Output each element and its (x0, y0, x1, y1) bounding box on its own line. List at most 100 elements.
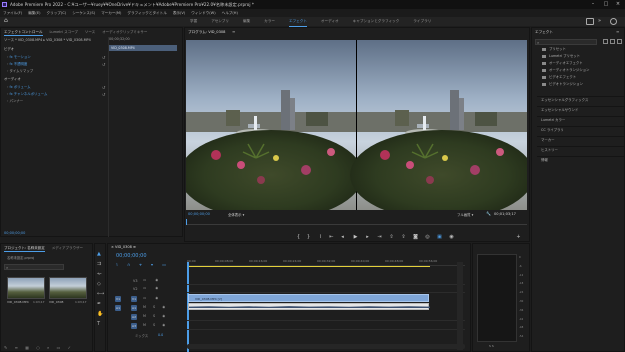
menu-file[interactable]: ファイル(F) (3, 9, 22, 17)
tab-effect-controls[interactable]: エフェクトコントロール (4, 28, 43, 36)
button-editor-icon[interactable]: + (516, 235, 521, 240)
ripple-edit-tool-icon[interactable]: ⟛ (97, 271, 102, 277)
timeline-ruler[interactable]: 00;00 00;00;08;00 00;00;16;00 00;00;24;0… (187, 258, 465, 266)
share-icon[interactable] (586, 18, 594, 25)
program-scrub-bar[interactable] (186, 219, 527, 225)
close-icon[interactable]: × (612, 0, 624, 9)
effects-search-input[interactable]: ⌕ (535, 39, 597, 45)
program-fit-dropdown[interactable]: 全体表示 ▾ (228, 212, 244, 217)
track-a1-controls[interactable]: M S ◉ (143, 305, 168, 309)
hand-tool-icon[interactable]: ✋ (97, 311, 103, 317)
track-select-tool-icon[interactable]: ⇉ (97, 261, 101, 267)
export-frame-icon[interactable]: ◙ (413, 235, 418, 240)
section-essential-sound[interactable]: エッセンシャルサウンド (537, 106, 625, 113)
track-v2-controls[interactable]: ▭ ◉ (143, 286, 162, 290)
project-footer-icons[interactable]: ✎ ≡ ▦ ○ ⌕ ▭ ✓ (4, 345, 74, 350)
menu-edit[interactable]: 編集(E) (28, 9, 40, 17)
project-search-input[interactable]: ⌕ (4, 264, 64, 270)
ec-item-time-remap[interactable]: › タイムリマップ (1, 68, 182, 75)
track-v1-controls[interactable]: ▭ ◉ (143, 296, 162, 300)
play-icon[interactable]: ▶ (353, 235, 358, 240)
ec-item-panner[interactable]: › パンナー (1, 98, 182, 105)
section-markers[interactable]: マーカー (537, 136, 625, 143)
tab-project[interactable]: プロジェクト: 名称未設定 (4, 244, 45, 252)
audio-meter-solo-buttons[interactable]: S S (489, 344, 494, 348)
tab-media-browser[interactable]: メディアブラウザー (52, 244, 83, 252)
workspace-learn[interactable]: 学習 (190, 17, 197, 27)
tab-source[interactable]: ソース (85, 28, 95, 36)
ec-reset-icon-3[interactable]: ↺ (102, 85, 105, 90)
timeline-toolbar-icons[interactable]: ⌇ ∩ ⌖ ▾ ▭ (116, 262, 170, 267)
track-label-a2[interactable]: A2 (131, 314, 137, 320)
comparison-view-icon[interactable]: ▣ (437, 235, 442, 240)
go-to-in-icon[interactable]: ⇤ (329, 235, 334, 240)
workspace-menu-icon[interactable]: » (598, 18, 601, 24)
effects-item-audio-effects[interactable]: オーディオエフェクト (537, 60, 625, 67)
timeline-scrollbar[interactable] (457, 262, 463, 350)
track-a2-controls[interactable]: M S ◉ (143, 314, 168, 318)
accelerated-effects-icon[interactable] (603, 39, 608, 44)
add-marker-icon[interactable]: ⌇ (318, 235, 323, 240)
section-lumetri-color[interactable]: Lumetri カラー (537, 116, 625, 123)
ec-item-motion[interactable]: › fx モーション (1, 54, 182, 61)
section-info[interactable]: 情報 (537, 156, 625, 163)
timeline-timecode[interactable]: 00;00;00;00 (116, 253, 147, 259)
track-target-v1[interactable]: V1 (115, 296, 121, 302)
menu-help[interactable]: ヘルプ(H) (222, 9, 238, 17)
workspace-editing[interactable]: 編集 (243, 17, 250, 27)
ec-timecode[interactable]: 00;00;00;00 (4, 231, 25, 235)
workspace-assembly[interactable]: アセンブリ (211, 17, 229, 27)
track-target-a1[interactable]: A1 (115, 305, 121, 311)
ec-reset-icon-4[interactable]: ↺ (102, 92, 105, 97)
effects-item-presets[interactable]: プリセット (537, 46, 625, 53)
program-video-frame[interactable] (186, 40, 527, 210)
mark-in-icon[interactable]: { (296, 235, 301, 240)
razor-tool-icon[interactable]: ◇ (97, 281, 101, 287)
track-a3-controls[interactable]: M S ◉ (143, 323, 168, 327)
track-label-a3[interactable]: A3 (131, 323, 137, 329)
track-label-v1[interactable]: V1 (131, 296, 137, 302)
home-icon[interactable]: ⌂ (4, 18, 10, 24)
workspace-color[interactable]: カラー (264, 17, 275, 27)
quick-export-icon[interactable] (610, 18, 617, 25)
pen-tool-icon[interactable]: ✒ (97, 301, 101, 307)
effects-item-lumetri-presets[interactable]: Lumetri プリセット (537, 53, 625, 60)
selection-tool-icon[interactable]: ▲ (97, 251, 101, 257)
menu-clip[interactable]: クリップ(C) (47, 9, 67, 17)
workspace-audio[interactable]: オーディオ (321, 17, 339, 27)
section-history[interactable]: ヒストリー (537, 146, 625, 153)
vr-view-icon[interactable]: ◎ (425, 235, 430, 240)
minimize-icon[interactable]: – (587, 0, 599, 9)
wrench-icon[interactable]: 🔧 (486, 211, 491, 216)
menu-window[interactable]: ウィンドウ(W) (191, 9, 215, 17)
go-to-out-icon[interactable]: ⇥ (377, 235, 382, 240)
program-playhead[interactable] (186, 219, 187, 225)
ec-item-volume[interactable]: › fx ボリューム (1, 84, 182, 91)
track-label-a1[interactable]: A1 (131, 305, 137, 311)
track-lane-a3[interactable] (187, 323, 465, 330)
effects-item-video-transitions[interactable]: ビデオトランジション (537, 81, 625, 88)
type-tool-icon[interactable]: T (97, 321, 100, 327)
maximize-icon[interactable]: □ (600, 0, 612, 9)
effects-item-audio-transitions[interactable]: オーディオトランジション (537, 67, 625, 74)
audio-clip[interactable] (188, 303, 431, 310)
workspace-effects[interactable]: エフェクト (288, 17, 307, 27)
mark-out-icon[interactable]: } (306, 235, 311, 240)
yuv-effects-icon[interactable] (617, 39, 622, 44)
ec-reset-icon-2[interactable]: ↺ (102, 62, 105, 67)
video-clip[interactable]: VID_0308.MP4 [V] (188, 294, 429, 302)
track-v3-controls[interactable]: ▭ ◉ (143, 278, 162, 282)
workspace-libraries[interactable]: ライブラリ (413, 17, 431, 27)
timeline-tab[interactable]: × VID_0308 ≡ (111, 245, 136, 249)
effects-panel-menu-icon[interactable]: ≡ (616, 29, 619, 34)
timeline-zoom-bar[interactable] (187, 344, 465, 349)
tab-lumetri-scopes[interactable]: Lumetri スコープ (50, 28, 78, 36)
menu-view[interactable]: 表示(V) (173, 9, 185, 17)
workspace-captions[interactable]: キャプションとグラフィック (353, 17, 400, 27)
project-thumbnail-sequence[interactable] (49, 277, 87, 299)
track-lane-v3[interactable] (187, 278, 465, 285)
step-back-icon[interactable]: ◂ (340, 235, 345, 240)
proxy-icon[interactable]: ◉ (449, 235, 454, 240)
section-essential-graphics[interactable]: エッセンシャルグラフィックス (537, 96, 625, 103)
step-forward-icon[interactable]: ▸ (365, 235, 370, 240)
